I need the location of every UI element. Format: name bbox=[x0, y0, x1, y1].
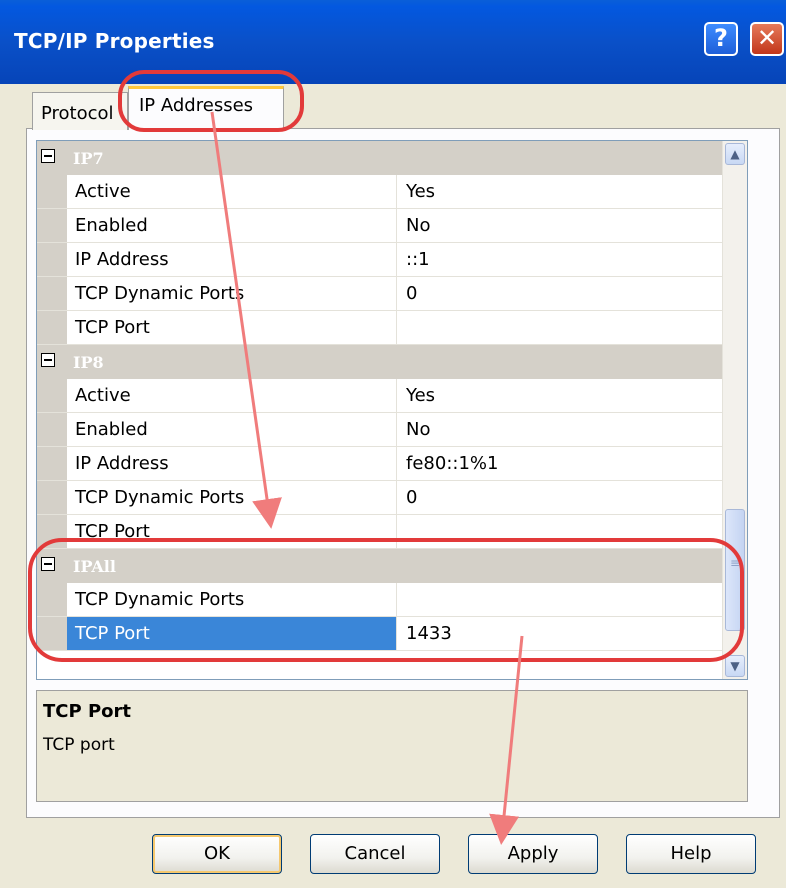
property-name: IP Address bbox=[67, 447, 397, 480]
collapse-icon[interactable] bbox=[41, 149, 55, 163]
tab-protocol[interactable]: Protocol bbox=[32, 92, 128, 130]
group-name: IP7 bbox=[73, 149, 104, 168]
property-grid: IP7 Active Yes Enabled No IP Address ::1… bbox=[36, 140, 748, 680]
group-name: IPAll bbox=[73, 557, 116, 576]
apply-button[interactable]: Apply bbox=[468, 834, 598, 874]
property-row[interactable]: IP Address fe80::1%1 bbox=[37, 447, 747, 481]
property-row[interactable]: Enabled No bbox=[37, 413, 747, 447]
scroll-down-button[interactable]: ▼ bbox=[725, 655, 745, 677]
property-name: IP Address bbox=[67, 243, 397, 276]
property-value[interactable] bbox=[398, 583, 747, 616]
property-row[interactable]: TCP Dynamic Ports bbox=[37, 583, 747, 617]
group-header-ip7[interactable]: IP7 bbox=[37, 141, 747, 175]
property-value[interactable]: No bbox=[398, 413, 747, 446]
property-value[interactable]: 0 bbox=[398, 481, 747, 514]
property-value[interactable]: fe80::1%1 bbox=[398, 447, 747, 480]
property-row[interactable]: IP Address ::1 bbox=[37, 243, 747, 277]
group-header-ip8[interactable]: IP8 bbox=[37, 345, 747, 379]
property-name: Enabled bbox=[67, 209, 397, 242]
property-value[interactable]: No bbox=[398, 209, 747, 242]
property-value[interactable]: 1433 bbox=[398, 617, 747, 650]
property-name: Enabled bbox=[67, 413, 397, 446]
property-name: Active bbox=[67, 175, 397, 208]
property-value[interactable]: Yes bbox=[398, 175, 747, 208]
property-row[interactable]: Active Yes bbox=[37, 379, 747, 413]
property-name: TCP Port bbox=[67, 617, 397, 650]
property-name: TCP Dynamic Ports bbox=[67, 277, 397, 310]
scroll-up-button[interactable]: ▲ bbox=[725, 143, 745, 165]
title-bar[interactable]: TCP/IP Properties ? ✕ bbox=[0, 0, 786, 84]
group-name: IP8 bbox=[73, 353, 104, 372]
property-row[interactable]: Enabled No bbox=[37, 209, 747, 243]
property-row-selected[interactable]: TCP Port 1433 bbox=[37, 617, 747, 651]
help-button[interactable]: Help bbox=[626, 834, 756, 874]
tab-ip-addresses[interactable]: IP Addresses bbox=[128, 86, 284, 130]
property-name: Active bbox=[67, 379, 397, 412]
property-name: TCP Dynamic Ports bbox=[67, 583, 397, 616]
property-row[interactable]: TCP Port bbox=[37, 515, 747, 549]
vertical-scrollbar[interactable]: ▲ ▼ bbox=[722, 141, 747, 679]
dialog-window: TCP/IP Properties ? ✕ Protocol IP Addres… bbox=[0, 0, 786, 888]
property-row[interactable]: Active Yes bbox=[37, 175, 747, 209]
description-title: TCP Port bbox=[43, 701, 131, 722]
property-value[interactable]: Yes bbox=[398, 379, 747, 412]
property-value[interactable]: ::1 bbox=[398, 243, 747, 276]
property-row[interactable]: TCP Port bbox=[37, 311, 747, 345]
cancel-button[interactable]: Cancel bbox=[310, 834, 440, 874]
group-header-ipall[interactable]: IPAll bbox=[37, 549, 747, 583]
window-title: TCP/IP Properties bbox=[14, 29, 215, 53]
ok-button[interactable]: OK bbox=[152, 834, 282, 874]
property-name: TCP Port bbox=[67, 515, 397, 548]
property-row[interactable]: TCP Dynamic Ports 0 bbox=[37, 481, 747, 515]
property-value[interactable] bbox=[398, 515, 747, 548]
collapse-icon[interactable] bbox=[41, 353, 55, 367]
property-name: TCP Dynamic Ports bbox=[67, 481, 397, 514]
property-value[interactable] bbox=[398, 311, 747, 344]
property-value[interactable]: 0 bbox=[398, 277, 747, 310]
collapse-icon[interactable] bbox=[41, 557, 55, 571]
help-title-button[interactable]: ? bbox=[704, 22, 738, 56]
property-row[interactable]: TCP Dynamic Ports 0 bbox=[37, 277, 747, 311]
close-button[interactable]: ✕ bbox=[750, 22, 784, 56]
scroll-thumb[interactable] bbox=[725, 509, 745, 631]
description-panel: TCP Port TCP port bbox=[36, 690, 748, 802]
property-name: TCP Port bbox=[67, 311, 397, 344]
description-text: TCP port bbox=[43, 735, 115, 755]
